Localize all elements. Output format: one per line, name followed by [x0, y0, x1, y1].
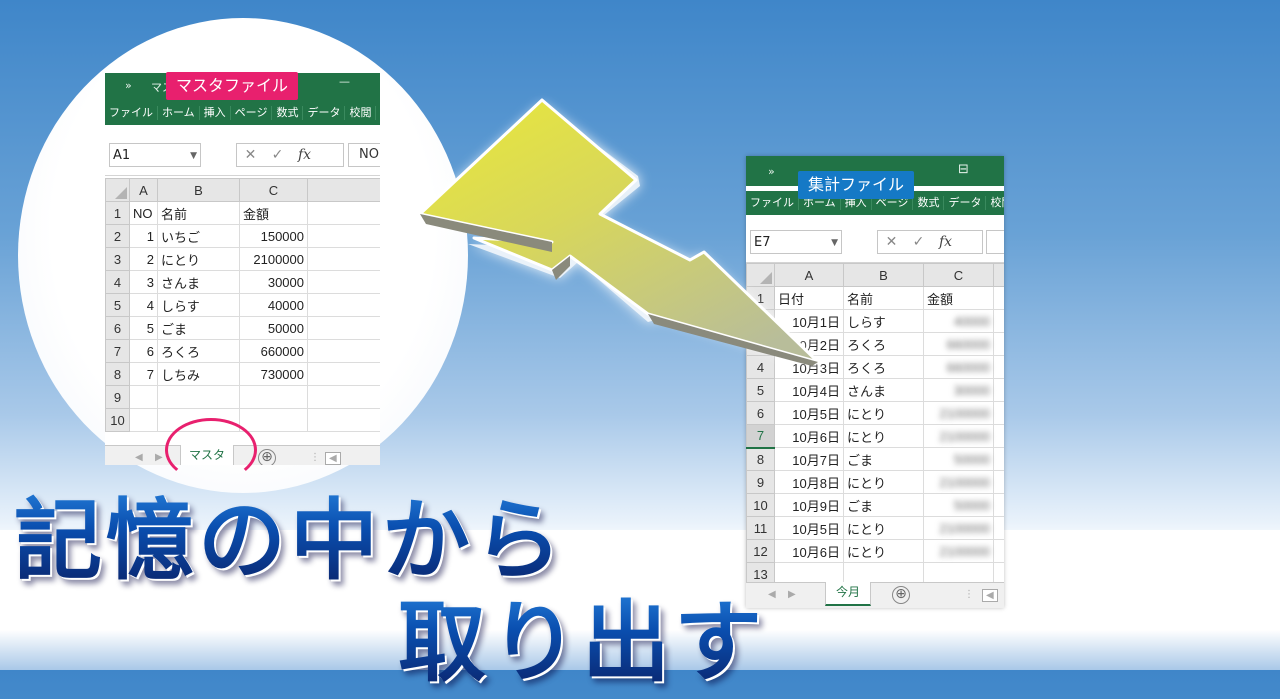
headline-line-2: 取り出す [398, 572, 766, 699]
